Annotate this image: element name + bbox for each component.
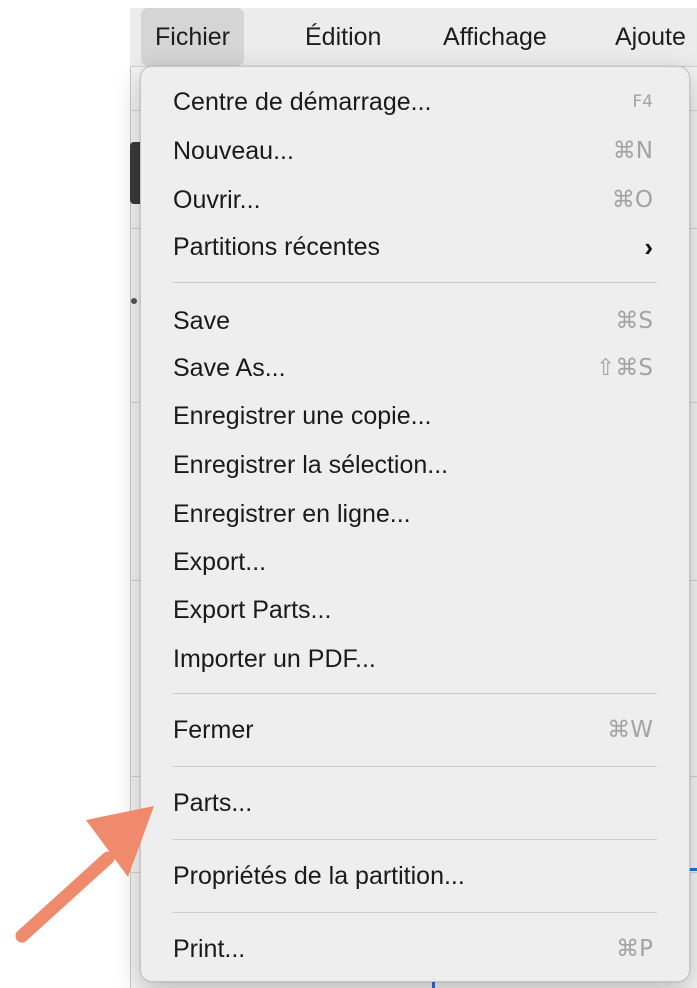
arrow-icon	[15, 806, 154, 943]
